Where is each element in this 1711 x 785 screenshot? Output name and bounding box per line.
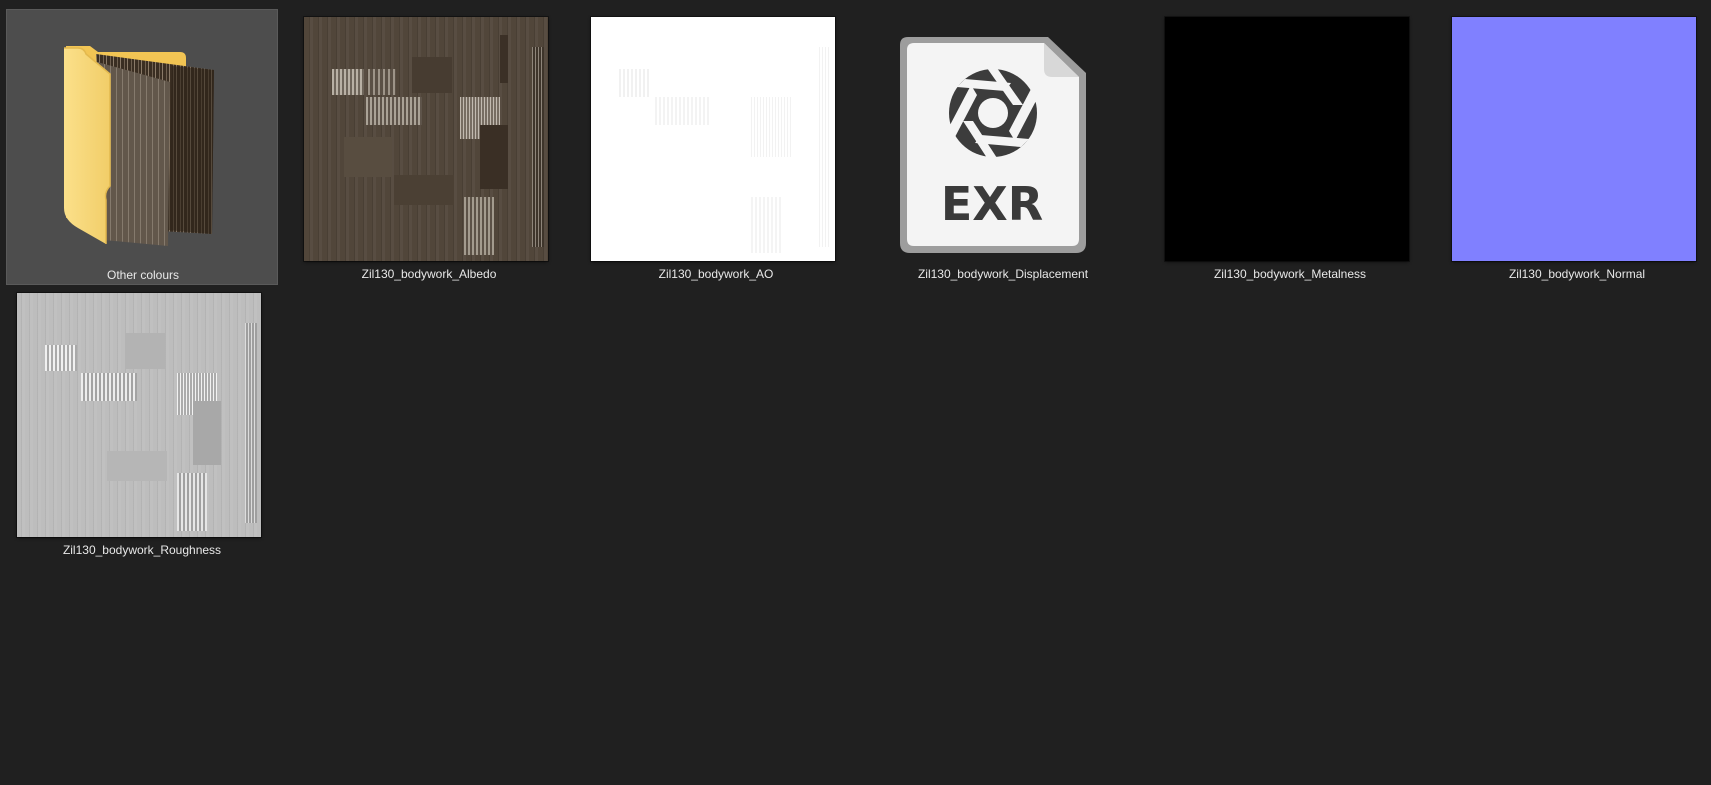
file-grid-view: Other colours Zil130_bodywork_Albedo Zil [0,0,1711,785]
file-name-label: Zil130_bodywork_Normal [1508,267,1646,281]
albedo-thumbnail [303,16,549,262]
exr-icon-text: EXR [940,177,1044,231]
metalness-thumbnail [1164,16,1410,262]
file-ao[interactable]: Zil130_bodywork_AO [580,9,852,285]
file-name-label: Zil130_bodywork_Displacement [917,267,1089,281]
file-displacement[interactable]: EXR Zil130_bodywork_Displacement [867,9,1139,285]
file-name-label: Zil130_bodywork_Roughness [62,543,222,557]
file-normal[interactable]: Zil130_bodywork_Normal [1441,9,1711,285]
ao-thumbnail [590,16,836,262]
normal-thumbnail [1451,16,1697,262]
file-roughness[interactable]: Zil130_bodywork_Roughness [6,285,278,561]
file-name-label: Zil130_bodywork_Metalness [1213,267,1367,281]
file-albedo[interactable]: Zil130_bodywork_Albedo [293,9,565,285]
file-metalness[interactable]: Zil130_bodywork_Metalness [1154,9,1426,285]
roughness-thumbnail [16,292,262,538]
file-name-label: Other colours [106,268,180,282]
file-name-label: Zil130_bodywork_Albedo [361,267,497,281]
folder-icon [64,46,214,246]
file-name-label: Zil130_bodywork_AO [658,267,774,281]
folder-other-colours[interactable]: Other colours [6,9,278,285]
